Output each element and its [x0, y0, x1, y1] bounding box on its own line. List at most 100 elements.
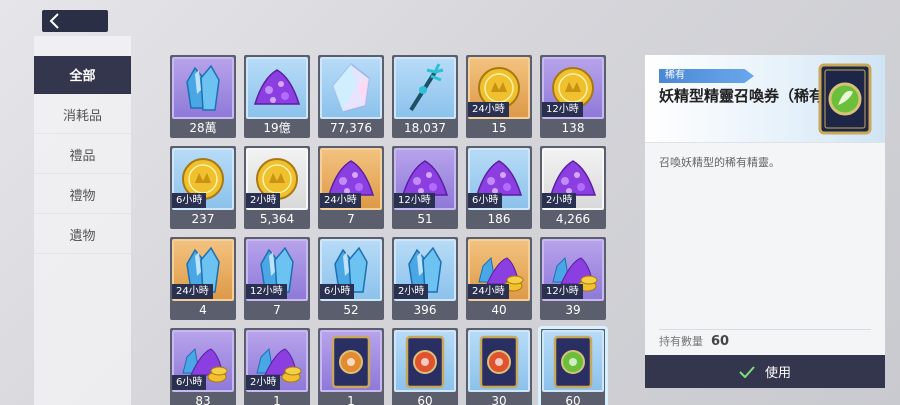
inventory-item-slot[interactable]: 24小時 4: [170, 237, 236, 320]
inventory-item-slot[interactable]: 12小時 39: [540, 237, 606, 320]
summon-card-red-icon: [405, 335, 445, 389]
inventory-item-slot[interactable]: 24小時 40: [466, 237, 532, 320]
hold-count: 持有數量 60: [659, 333, 729, 349]
item-art: [246, 57, 308, 119]
duration-tag: 12小時: [394, 193, 435, 208]
item-art: [394, 330, 456, 392]
sidebar-item-all[interactable]: 全部: [34, 56, 131, 94]
duration-tag: 12小時: [542, 284, 583, 299]
check-icon: [739, 365, 755, 378]
item-quantity: 186: [487, 212, 511, 226]
trident-icon: [409, 63, 444, 112]
item-quantity: 83: [195, 394, 211, 405]
item-quantity: 4: [199, 303, 207, 317]
inventory-item-slot[interactable]: 24小時 15: [466, 55, 532, 138]
item-quantity: 60: [417, 394, 433, 405]
item-quantity: 237: [191, 212, 215, 226]
summon-card-green-icon: [818, 63, 872, 135]
duration-tag: 2小時: [246, 193, 281, 208]
item-quantity: 7: [347, 212, 355, 226]
item-quantity: 30: [491, 394, 507, 405]
inventory-item-slot[interactable]: 28萬: [170, 55, 236, 138]
duration-tag: 24小時: [172, 284, 213, 299]
item-quantity: 28萬: [189, 121, 217, 135]
item-quantity: 52: [343, 303, 359, 317]
inventory-item-slot[interactable]: 6小時 52: [318, 237, 384, 320]
use-button[interactable]: 使用: [645, 355, 885, 388]
item-description: 召喚妖精型的稀有精靈。: [659, 156, 780, 169]
inventory-item-slot[interactable]: 2小時 1: [244, 328, 310, 405]
duration-tag: 6小時: [320, 284, 355, 299]
chevron-left-icon: [49, 13, 59, 29]
duration-tag: 2小時: [246, 375, 281, 390]
hold-label: 持有數量: [659, 335, 703, 348]
duration-tag: 2小時: [542, 193, 577, 208]
summon-card-green-icon: [553, 335, 593, 389]
item-quantity: 51: [417, 212, 433, 226]
inventory-item-slot[interactable]: 18,037: [392, 55, 458, 138]
inventory-grid: 28萬 19億 77,376 18,037 24小時 15 12小時 138 6小時 237 2小時…: [170, 55, 608, 405]
inventory-item-slot[interactable]: 2小時 4,266: [540, 146, 606, 229]
duration-tag: 24小時: [468, 102, 509, 117]
duration-tag: 12小時: [542, 102, 583, 117]
inventory-item-slot[interactable]: 6小時 186: [466, 146, 532, 229]
inventory-item-slot[interactable]: 30: [466, 328, 532, 405]
item-art: [542, 330, 604, 392]
item-quantity: 15: [491, 121, 507, 135]
use-label: 使用: [764, 366, 791, 381]
category-sidebar: 全部 消耗品 禮品 禮物 遺物: [34, 36, 131, 405]
back-button[interactable]: [42, 10, 108, 32]
duration-tag: 6小時: [172, 193, 207, 208]
sidebar-item-gifts[interactable]: 禮品: [34, 136, 131, 174]
inventory-item-slot[interactable]: 12小時 7: [244, 237, 310, 320]
duration-tag: 12小時: [246, 284, 287, 299]
item-art: [394, 57, 456, 119]
inventory-item-slot[interactable]: 1: [318, 328, 384, 405]
inventory-item-slot[interactable]: 2小時 396: [392, 237, 458, 320]
item-quantity: 39: [565, 303, 581, 317]
inventory-item-slot[interactable]: 6小時 237: [170, 146, 236, 229]
item-quantity: 60: [565, 394, 581, 405]
summon-card-red-icon: [479, 335, 519, 389]
duration-tag: 24小時: [320, 193, 361, 208]
inventory-item-slot[interactable]: 12小時 138: [540, 55, 606, 138]
divider: [659, 329, 871, 330]
sidebar-item-consumables[interactable]: 消耗品: [34, 96, 131, 134]
inventory-item-slot[interactable]: 6小時 83: [170, 328, 236, 405]
item-quantity: 7: [273, 303, 281, 317]
item-quantity: 77,376: [330, 121, 372, 135]
hold-value: 60: [711, 333, 730, 349]
rarity-badge: 稀有: [659, 69, 754, 83]
purple-gem-pile-icon: [253, 69, 301, 105]
crystal-icon: [186, 64, 220, 111]
item-title: 妖精型精靈召喚券（稀有）: [659, 87, 840, 105]
item-quantity: 18,037: [404, 121, 446, 135]
item-art: [320, 57, 382, 119]
inventory-item-slot[interactable]: 60: [538, 326, 608, 405]
inventory-item-slot[interactable]: 24小時 7: [318, 146, 384, 229]
duration-tag: 6小時: [468, 193, 503, 208]
duration-tag: 6小時: [172, 375, 207, 390]
item-quantity: 19億: [263, 121, 291, 135]
inventory-item-slot[interactable]: 12小時 51: [392, 146, 458, 229]
sidebar-item-relics[interactable]: 遺物: [34, 216, 131, 254]
item-quantity: 1: [347, 394, 355, 405]
item-art: [468, 330, 530, 392]
item-quantity: 5,364: [259, 212, 295, 226]
summon-card-orange-icon: [331, 335, 371, 389]
inventory-item-slot[interactable]: 2小時 5,364: [244, 146, 310, 229]
item-quantity: 138: [561, 121, 585, 135]
item-quantity: 4,266: [555, 212, 591, 226]
prism-crystal-icon: [332, 62, 370, 113]
item-art: [172, 57, 234, 119]
inventory-item-slot[interactable]: 19億: [244, 55, 310, 138]
duration-tag: 24小時: [468, 284, 509, 299]
inventory-item-slot[interactable]: 77,376: [318, 55, 384, 138]
sidebar-item-presents[interactable]: 禮物: [34, 176, 131, 214]
item-quantity: 396: [413, 303, 437, 317]
item-quantity: 40: [491, 303, 507, 317]
detail-header: 稀有 妖精型精靈召喚券（稀有）: [645, 55, 885, 143]
item-detail-panel: 稀有 妖精型精靈召喚券（稀有） 召喚妖精型的稀有精靈。 持有數量 60 使用: [645, 55, 885, 388]
inventory-item-slot[interactable]: 60: [392, 328, 458, 405]
item-art: [320, 330, 382, 392]
